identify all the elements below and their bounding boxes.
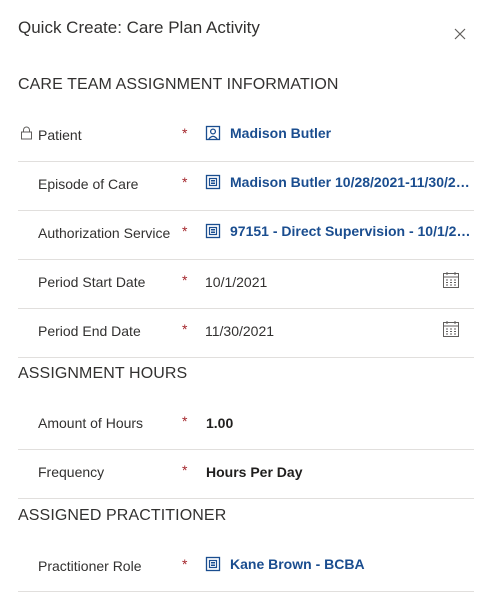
episode-label: Episode of Care bbox=[38, 176, 139, 192]
start-date-label: Period Start Date bbox=[38, 274, 146, 290]
form-title: Quick Create: Care Plan Activity bbox=[18, 18, 260, 37]
frequency-label: Frequency bbox=[38, 464, 105, 480]
end-date-label: Period End Date bbox=[38, 323, 141, 339]
calendar-icon[interactable] bbox=[442, 320, 460, 338]
required-indicator: * bbox=[182, 223, 188, 239]
required-indicator: * bbox=[182, 174, 188, 190]
field-period-end-date: Period End Date * 11/30/2021 bbox=[18, 308, 474, 358]
practitioner-role-label: Practitioner Role bbox=[38, 558, 142, 574]
required-indicator: * bbox=[182, 125, 188, 141]
entity-icon bbox=[205, 556, 221, 572]
patient-value[interactable]: Madison Butler bbox=[230, 125, 331, 141]
patient-label: Patient bbox=[38, 127, 82, 143]
field-amount-of-hours: Amount of Hours * 1.00 bbox=[18, 400, 474, 450]
calendar-icon[interactable] bbox=[442, 271, 460, 289]
field-authorization-service: Authorization Service * 97151 - Direct S… bbox=[18, 210, 474, 260]
patient-lookup-value[interactable]: Madison Butler bbox=[205, 125, 331, 141]
frequency-select[interactable]: Hours Per Day bbox=[206, 464, 302, 480]
required-indicator: * bbox=[182, 462, 188, 478]
authorization-lookup-value[interactable]: 97151 - Direct Supervision - 10/1/2021 bbox=[205, 223, 473, 239]
close-icon[interactable] bbox=[450, 24, 470, 44]
end-date-input[interactable]: 11/30/2021 bbox=[205, 323, 274, 339]
contact-icon bbox=[205, 125, 221, 141]
field-period-start-date: Period Start Date * 10/1/2021 bbox=[18, 259, 474, 309]
section-heading-care-team: CARE TEAM ASSIGNMENT INFORMATION bbox=[18, 76, 339, 93]
entity-icon bbox=[205, 223, 221, 239]
entity-icon bbox=[205, 174, 221, 190]
episode-value[interactable]: Madison Butler 10/28/2021-11/30/2021 bbox=[230, 174, 473, 190]
required-indicator: * bbox=[182, 272, 188, 288]
lock-icon bbox=[21, 126, 32, 140]
section-heading-assigned-practitioner: ASSIGNED PRACTITIONER bbox=[18, 507, 227, 524]
section-heading-assignment-hours: ASSIGNMENT HOURS bbox=[18, 365, 188, 382]
field-practitioner-role: Practitioner Role * Kane Brown - BCBA bbox=[18, 543, 474, 592]
required-indicator: * bbox=[182, 321, 188, 337]
episode-lookup-value[interactable]: Madison Butler 10/28/2021-11/30/2021 bbox=[205, 174, 473, 190]
amount-label: Amount of Hours bbox=[38, 415, 144, 431]
authorization-label: Authorization Service bbox=[38, 225, 171, 241]
required-indicator: * bbox=[182, 556, 188, 572]
amount-input[interactable]: 1.00 bbox=[206, 415, 233, 431]
divider bbox=[18, 591, 474, 592]
practitioner-role-value[interactable]: Kane Brown - BCBA bbox=[230, 556, 365, 572]
start-date-input[interactable]: 10/1/2021 bbox=[205, 274, 267, 290]
practitioner-role-lookup-value[interactable]: Kane Brown - BCBA bbox=[205, 556, 365, 572]
field-frequency: Frequency * Hours Per Day bbox=[18, 449, 474, 499]
required-indicator: * bbox=[182, 413, 188, 429]
field-patient: Patient * Madison Butler bbox=[18, 112, 474, 162]
authorization-value[interactable]: 97151 - Direct Supervision - 10/1/2021 bbox=[230, 223, 473, 239]
field-episode-of-care: Episode of Care * Madison Butler 10/28/2… bbox=[18, 161, 474, 211]
